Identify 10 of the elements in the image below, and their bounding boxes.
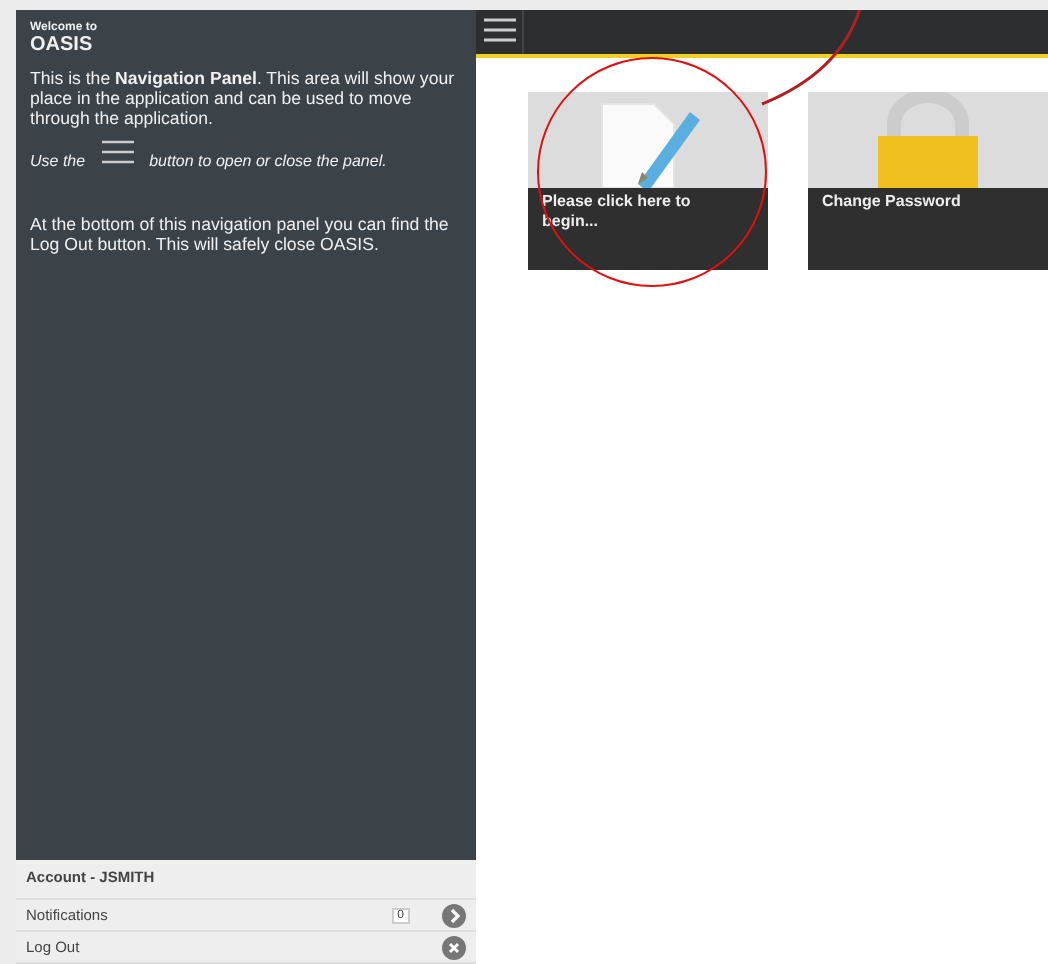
hint-text: Use the [30,152,86,171]
tile-button[interactable]: Change Password [808,92,1048,270]
menu-icon [484,17,516,41]
annotation-line [761,10,864,106]
info-text: At the bottom of this navigation panel you can find the Log Out button. This will safely close OASIS. [30,214,451,256]
menu-icon [101,139,134,164]
hint-text: button to open or close the panel. [149,152,387,171]
app-title: OASIS [30,34,95,56]
close-icon [442,935,466,959]
intro-text: This is the Navigation Panel. This area will show your place in the application and can be used to move through the application. [30,68,457,129]
